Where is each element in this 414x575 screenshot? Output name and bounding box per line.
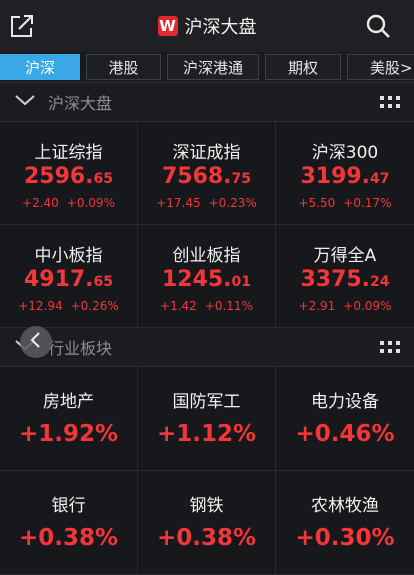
index-price: 3375.24 bbox=[276, 267, 414, 292]
grid-icon[interactable] bbox=[380, 340, 400, 354]
index-name: 沪深300 bbox=[311, 143, 379, 163]
sector-name: 农林牧渔 bbox=[311, 496, 379, 516]
price-dec: 65 bbox=[93, 274, 114, 290]
index-price: 3199.47 bbox=[276, 164, 414, 189]
sector-pct: +1.12% bbox=[156, 421, 257, 447]
change-pct: +0.26% bbox=[70, 299, 119, 313]
price-int: 7568. bbox=[161, 164, 232, 189]
index-card[interactable]: 中小板指 4917.65 +12.94 +0.26% bbox=[0, 225, 138, 328]
index-change: +12.94 +0.26% bbox=[0, 299, 137, 313]
change-pct: +0.17% bbox=[343, 196, 392, 210]
index-price: 7568.75 bbox=[138, 164, 275, 189]
change-pct: +0.09% bbox=[343, 299, 392, 313]
index-card[interactable]: 创业板指 1245.01 +1.42 +0.11% bbox=[138, 225, 276, 328]
change-pct: +0.09% bbox=[66, 196, 115, 210]
sector-card[interactable]: 电力设备 +0.46% bbox=[276, 367, 414, 471]
chevron-down-icon[interactable] bbox=[14, 92, 36, 112]
index-change: +1.42 +0.11% bbox=[138, 299, 275, 313]
change-value: +2.40 bbox=[22, 196, 59, 210]
sector-pct: +0.46% bbox=[295, 421, 395, 447]
market-tabs: 沪深 港股 沪深港通 期权 美股> bbox=[0, 52, 414, 83]
section-title: 行业板块 bbox=[48, 339, 113, 358]
index-card[interactable]: 万得全A 3375.24 +2.91 +0.09% bbox=[276, 225, 414, 328]
tab-connect[interactable]: 沪深港通 bbox=[167, 54, 259, 80]
change-value: +2.91 bbox=[298, 299, 336, 313]
index-change: +2.91 +0.09% bbox=[276, 299, 414, 313]
tab-options[interactable]: 期权 bbox=[265, 54, 341, 80]
chevron-left-icon bbox=[29, 331, 43, 353]
index-name: 创业板指 bbox=[172, 246, 241, 266]
price-int: 3375. bbox=[300, 267, 371, 292]
price-dec: 47 bbox=[370, 171, 390, 187]
grid-icon[interactable] bbox=[380, 95, 400, 109]
price-dec: 65 bbox=[93, 171, 114, 187]
price-dec: 24 bbox=[370, 274, 390, 290]
index-name: 万得全A bbox=[313, 246, 377, 266]
index-grid: 上证综指 2596.65 +2.40 +0.09% 深证成指 7568.75 +1… bbox=[0, 122, 414, 328]
app-header: W 沪深大盘 bbox=[0, 0, 414, 52]
price-int: 1245. bbox=[161, 267, 232, 292]
index-change: +17.45 +0.23% bbox=[138, 196, 275, 210]
change-value: +1.42 bbox=[160, 299, 197, 313]
sector-name: 电力设备 bbox=[311, 392, 379, 412]
change-value: +12.94 bbox=[18, 299, 63, 313]
index-change: +2.40 +0.09% bbox=[0, 196, 137, 210]
index-card[interactable]: 深证成指 7568.75 +17.45 +0.23% bbox=[138, 122, 276, 225]
price-dec: 01 bbox=[231, 274, 252, 290]
index-card[interactable]: 沪深300 3199.47 +5.50 +0.17% bbox=[276, 122, 414, 225]
index-change: +5.50 +0.17% bbox=[276, 196, 414, 210]
sector-name: 银行 bbox=[51, 496, 86, 516]
sector-name: 国防军工 bbox=[172, 392, 241, 412]
search-icon[interactable] bbox=[364, 12, 392, 40]
sector-card[interactable]: 国防军工 +1.12% bbox=[138, 367, 276, 471]
floating-back-button[interactable] bbox=[20, 326, 52, 358]
header-title-group: W 沪深大盘 bbox=[157, 13, 257, 39]
tab-us[interactable]: 美股> bbox=[347, 54, 414, 80]
price-int: 2596. bbox=[23, 164, 94, 189]
change-value: +5.50 bbox=[298, 196, 336, 210]
section-title: 沪深大盘 bbox=[48, 94, 113, 113]
price-int: 4917. bbox=[23, 267, 94, 292]
sector-card[interactable]: 钢铁 +0.38% bbox=[138, 471, 276, 575]
index-price: 2596.65 bbox=[0, 164, 137, 189]
industry-section-header[interactable]: 行业板块 bbox=[0, 328, 414, 367]
sector-pct: +0.38% bbox=[156, 525, 257, 551]
wind-logo: W bbox=[157, 16, 178, 36]
sector-card[interactable]: 银行 +0.38% bbox=[0, 471, 138, 575]
page-title: 沪深大盘 bbox=[184, 17, 257, 38]
sector-card[interactable]: 房地产 +1.92% bbox=[0, 367, 138, 471]
price-dec: 75 bbox=[231, 171, 252, 187]
sector-name: 钢铁 bbox=[189, 496, 224, 516]
market-section-header[interactable]: 沪深大盘 bbox=[0, 83, 414, 122]
index-name: 深证成指 bbox=[172, 143, 241, 163]
change-pct: +0.11% bbox=[204, 299, 253, 313]
index-name: 上证综指 bbox=[34, 143, 103, 163]
sector-pct: +0.30% bbox=[295, 525, 395, 551]
tab-hk[interactable]: 港股 bbox=[86, 54, 161, 80]
index-price: 4917.65 bbox=[0, 267, 137, 292]
index-name: 中小板指 bbox=[34, 246, 103, 266]
index-price: 1245.01 bbox=[138, 267, 275, 292]
price-int: 3199. bbox=[300, 164, 371, 189]
sector-card[interactable]: 农林牧渔 +0.30% bbox=[276, 471, 414, 575]
sector-grid: 房地产 +1.92% 国防军工 +1.12% 电力设备 +0.46% 银行 +0… bbox=[0, 367, 414, 575]
index-card[interactable]: 上证综指 2596.65 +2.40 +0.09% bbox=[0, 122, 138, 225]
sector-name: 房地产 bbox=[43, 392, 94, 412]
change-value: +17.45 bbox=[156, 196, 201, 210]
sector-pct: +0.38% bbox=[18, 525, 119, 551]
share-icon[interactable] bbox=[8, 12, 36, 40]
change-pct: +0.23% bbox=[208, 196, 257, 210]
sector-pct: +1.92% bbox=[18, 421, 119, 447]
tab-hushen[interactable]: 沪深 bbox=[0, 54, 80, 80]
